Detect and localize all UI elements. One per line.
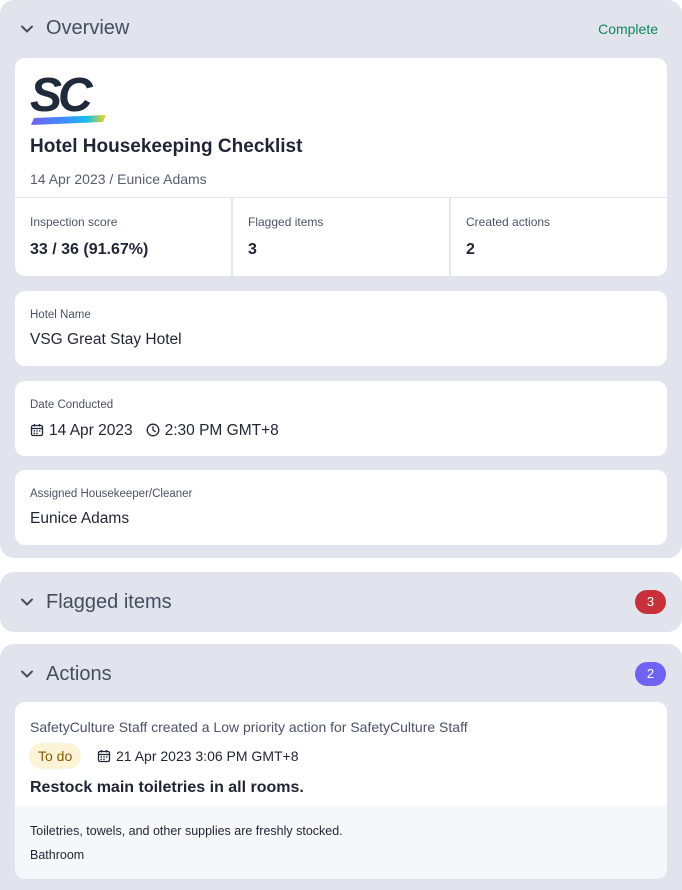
stat-value: 33 / 36 (91.67%) (30, 241, 149, 258)
field-date-conducted: Date Conducted 14 Apr 2023 2:30 PM GMT+8 (15, 381, 667, 456)
report-subtitle: 14 Apr 2023 / Eunice Adams (30, 171, 207, 187)
stat-value: 2 (466, 241, 475, 258)
action-due-date: 21 Apr 2023 3:06 PM GMT+8 (97, 747, 299, 765)
field-label: Assigned Housekeeper/Cleaner (30, 488, 193, 500)
action-card[interactable]: SafetyCulture Staff created a Low priori… (15, 702, 667, 879)
action-description: Toiletries, towels, and other supplies a… (30, 824, 343, 838)
field-value: VSG Great Stay Hotel (30, 331, 182, 348)
overview-title: Overview (46, 17, 130, 39)
chevron-down-icon[interactable] (19, 21, 35, 37)
safetyculture-logo: SC (30, 72, 106, 125)
action-title: Restock main toiletries in all rooms. (30, 779, 304, 796)
report-title: Hotel Housekeeping Checklist (30, 136, 303, 157)
stat-label: Inspection score (30, 215, 118, 229)
due-date-value: 21 Apr 2023 3:06 PM GMT+8 (116, 747, 299, 764)
chevron-down-icon[interactable] (19, 594, 35, 610)
svg-text:SC: SC (30, 72, 94, 122)
field-assigned-housekeeper: Assigned Housekeeper/Cleaner Eunice Adam… (15, 470, 667, 545)
field-value: Eunice Adams (30, 510, 130, 527)
action-details: Toiletries, towels, and other supplies a… (15, 806, 667, 879)
action-meta: SafetyCulture Staff created a Low priori… (30, 719, 468, 735)
status-complete-label: Complete (598, 21, 658, 37)
report-title-block: SC Hotel Housekeeping Checklist 14 Apr 2… (15, 58, 667, 198)
stat-flagged-items: Flagged items 3 (233, 198, 451, 276)
overview-header[interactable]: Overview Complete (0, 0, 682, 56)
clock-icon (146, 423, 160, 437)
field-hotel-name: Hotel Name VSG Great Stay Hotel (15, 291, 667, 366)
report-header-card: SC Hotel Housekeeping Checklist 14 Apr 2… (15, 58, 667, 276)
stat-label: Created actions (466, 215, 551, 229)
date-value: 14 Apr 2023 (49, 421, 133, 439)
actions-title: Actions (46, 663, 112, 685)
summary-stats: Inspection score 33 / 36 (91.67%) Flagge… (15, 198, 667, 276)
flagged-items-section: Flagged items 3 (0, 572, 682, 632)
actions-header[interactable]: Actions 2 (0, 644, 682, 704)
calendar-icon (30, 424, 44, 437)
stat-inspection-score: Inspection score 33 / 36 (91.67%) (15, 198, 233, 276)
status-badge: To do (29, 743, 82, 769)
field-label: Date Conducted (30, 399, 114, 411)
stat-label: Flagged items (248, 215, 324, 229)
overview-section: Overview Complete SC Hotel Housekeeping … (0, 0, 682, 558)
flagged-count-badge: 3 (635, 590, 666, 614)
calendar-icon (97, 750, 111, 763)
stat-value: 3 (248, 241, 257, 258)
action-location: Bathroom (30, 848, 85, 862)
flagged-items-title: Flagged items (46, 591, 172, 613)
stat-created-actions: Created actions 2 (451, 198, 667, 276)
actions-count-badge: 2 (635, 662, 666, 686)
time-value: 2:30 PM GMT+8 (164, 421, 279, 439)
date-time-row: 14 Apr 2023 2:30 PM GMT+8 (30, 420, 279, 440)
field-label: Hotel Name (30, 309, 91, 321)
flagged-items-header[interactable]: Flagged items 3 (0, 572, 682, 632)
chevron-down-icon[interactable] (19, 666, 35, 682)
